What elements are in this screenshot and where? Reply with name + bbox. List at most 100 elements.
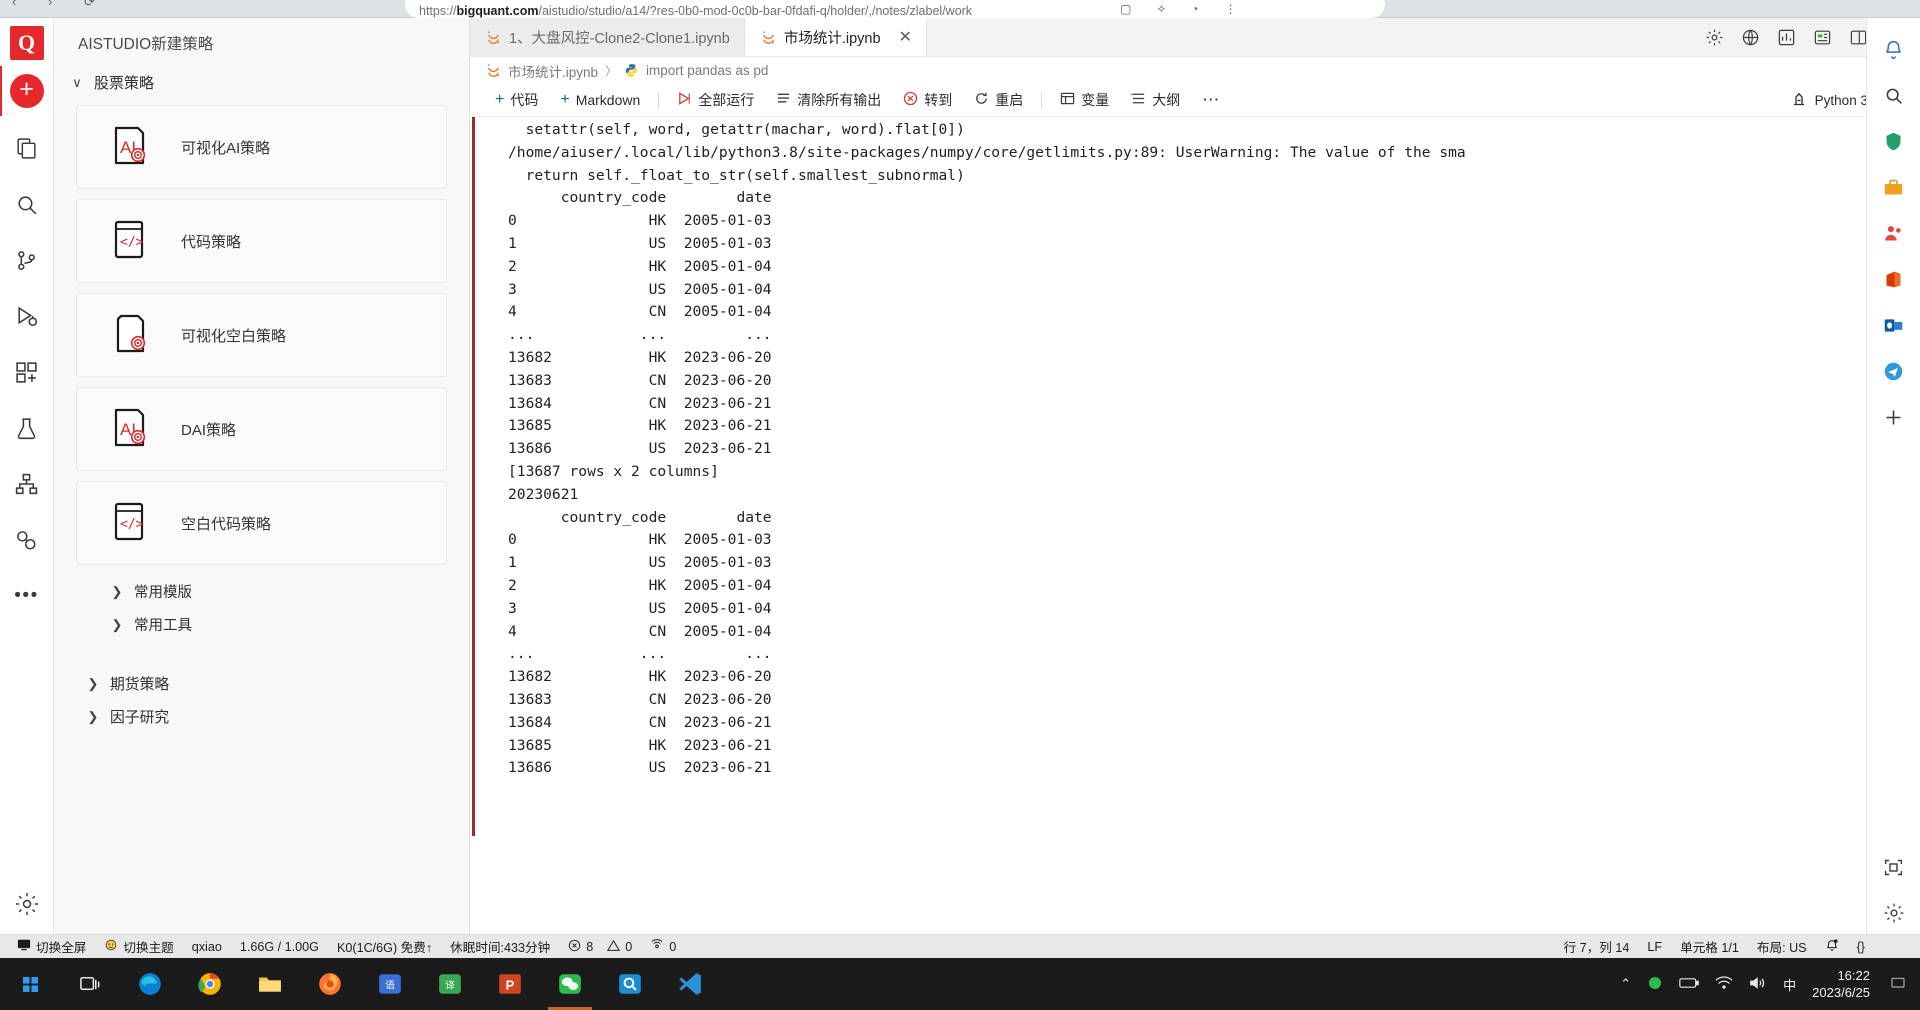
tray-wifi-icon[interactable] <box>1715 975 1733 993</box>
settings-gear-icon[interactable] <box>1871 890 1917 936</box>
status-toggle-fullscreen[interactable]: 切换全屏 <box>8 935 95 959</box>
sidebar-item-templates[interactable]: ❯ 常用模版 <box>100 575 469 608</box>
run-debug-icon[interactable] <box>4 288 50 344</box>
tray-battery-icon[interactable] <box>1679 976 1699 993</box>
sidebar-group-factor[interactable]: ❯ 因子研究 <box>80 700 469 733</box>
close-icon[interactable]: ✕ <box>899 29 912 46</box>
toolbar-more-button[interactable]: ⋯ <box>1191 87 1231 113</box>
status-memory[interactable]: 1.66G / 1.00G <box>231 935 328 959</box>
run-all-button[interactable]: 全部运行 <box>666 87 765 113</box>
tray-expand-icon[interactable]: ⌃ <box>1620 976 1631 992</box>
sidebar-item-tools[interactable]: ❯ 常用工具 <box>100 608 469 641</box>
clear-outputs-button[interactable]: 清除所有输出 <box>765 87 892 113</box>
ime-indicator[interactable]: 中 <box>1783 975 1796 994</box>
wechat-button[interactable] <box>540 958 600 1010</box>
status-cell-count[interactable]: 单元格 1/1 <box>1671 935 1748 959</box>
start-button[interactable] <box>0 958 60 1010</box>
status-keyboard-layout[interactable]: 布局: US <box>1748 935 1816 959</box>
outlook-icon[interactable] <box>1871 302 1917 348</box>
extensions-icon[interactable]: ⟡ <box>1157 1 1165 16</box>
strategy-card-code[interactable]: </> 代码策略 <box>76 199 447 283</box>
output-line: 0 HK 2005-01-03 <box>508 531 772 549</box>
strategy-card-dai[interactable]: AI DAI策略 <box>76 387 447 471</box>
bookmark-icon[interactable]: ▢ <box>1120 2 1131 16</box>
sidebar-group-futures[interactable]: ❯ 期货策略 <box>80 667 469 700</box>
testing-icon[interactable] <box>4 400 50 456</box>
status-cursor-position[interactable]: 行 7，列 14 <box>1555 935 1639 959</box>
breadcrumb-file[interactable]: 市场统计.ipynb <box>508 61 598 81</box>
task-view-button[interactable] <box>60 958 120 1010</box>
firefox-button[interactable] <box>300 958 360 1010</box>
status-user[interactable]: qxiao <box>183 935 231 959</box>
shield-icon[interactable] <box>1871 118 1917 164</box>
strategy-card-blank-code[interactable]: </> 空白代码策略 <box>76 481 447 565</box>
chevron-right-icon: ❯ <box>111 616 123 632</box>
chart-icon[interactable] <box>1777 28 1796 47</box>
add-icon[interactable] <box>1871 394 1917 440</box>
sidebar-group-stock[interactable]: ∨ 股票策略 <box>54 66 469 99</box>
status-braces[interactable]: {} <box>1848 935 1874 959</box>
output-line: 13682 HK 2023-06-20 <box>508 348 772 366</box>
outline-icon <box>1131 91 1146 109</box>
breadcrumb-symbol[interactable]: import pandas as pd <box>646 63 768 78</box>
status-notifications[interactable] <box>1816 935 1848 959</box>
profile-icon[interactable]: ◔ <box>1191 2 1198 16</box>
telegram-icon[interactable] <box>1871 348 1917 394</box>
tray-app-icon[interactable] <box>1647 975 1663 994</box>
edge-button[interactable] <box>120 958 180 1010</box>
search-app-button[interactable] <box>600 958 660 1010</box>
status-problems[interactable]: 8 0 <box>559 935 641 959</box>
restart-button[interactable]: 重启 <box>963 87 1034 113</box>
system-icon-rail <box>1866 18 1920 958</box>
status-resource[interactable]: K0(1C/6G) 免费↑ <box>328 935 441 959</box>
powerpoint-button[interactable]: P <box>480 958 540 1010</box>
show-desktop-icon[interactable] <box>1890 975 1906 994</box>
ai-doc-icon: AI <box>107 404 153 454</box>
notification-bell-icon[interactable] <box>1871 26 1917 72</box>
chrome-menu-icon[interactable]: ⋮ <box>1225 2 1237 16</box>
search-icon[interactable] <box>1871 72 1917 118</box>
strategy-card-visual-blank[interactable]: 可视化空白策略 <box>76 293 447 377</box>
screenshot-icon[interactable] <box>1871 844 1917 890</box>
search-icon[interactable] <box>4 176 50 232</box>
variables-button[interactable]: 变量 <box>1049 87 1120 113</box>
reload-icon[interactable]: ⟳ <box>84 0 95 10</box>
vscode-button[interactable] <box>660 958 720 1010</box>
app2-button[interactable]: 译 <box>420 958 480 1010</box>
outline-button[interactable]: 大纲 <box>1120 87 1191 113</box>
source-control-icon[interactable] <box>4 232 50 288</box>
structure-icon[interactable] <box>4 456 50 512</box>
add-markdown-cell-button[interactable]: + Markdown <box>549 87 651 113</box>
explorer-button[interactable] <box>240 958 300 1010</box>
status-idle-time[interactable]: 休眠时间:433分钟 <box>441 935 559 959</box>
preview-icon[interactable] <box>1813 28 1832 47</box>
tray-volume-icon[interactable] <box>1749 976 1767 993</box>
clock[interactable]: 16:22 2023/6/25 <box>1812 967 1874 1001</box>
editor-tab-risk-control[interactable]: 1、大盘风控-Clone2-Clone1.ipynb <box>470 18 745 56</box>
office-icon[interactable] <box>1871 256 1917 302</box>
back-icon[interactable]: ‹ <box>12 0 16 9</box>
status-ports[interactable]: 0 <box>641 935 685 959</box>
status-label: 布局: US <box>1756 941 1807 955</box>
goto-button[interactable]: 转到 <box>892 87 963 113</box>
more-icon[interactable]: ••• <box>4 568 50 624</box>
forward-icon[interactable]: › <box>48 0 52 9</box>
files-icon[interactable] <box>4 120 50 176</box>
gear-icon[interactable] <box>1705 28 1724 47</box>
share-icon[interactable] <box>1741 28 1760 47</box>
chrome-button[interactable] <box>180 958 240 1010</box>
add-new-button[interactable]: + <box>9 74 44 108</box>
editor-tab-market-stats[interactable]: 市场统计.ipynb ✕ <box>744 18 927 56</box>
strategy-card-visual-ai[interactable]: AI 可视化AI策略 <box>76 105 447 189</box>
status-eol[interactable]: LF <box>1638 935 1671 959</box>
app-logo[interactable]: Q <box>9 26 44 60</box>
app1-button[interactable]: 语 <box>360 958 420 1010</box>
people-icon[interactable] <box>1871 210 1917 256</box>
extensions-icon[interactable] <box>4 344 50 400</box>
layers-icon[interactable] <box>4 512 50 568</box>
gear-icon[interactable] <box>4 876 50 932</box>
toolbox-icon[interactable] <box>1871 164 1917 210</box>
status-toggle-theme[interactable]: 切换主题 <box>95 935 182 959</box>
notebook-cell[interactable]: setattr(self, word, getattr(machar, word… <box>470 117 1920 836</box>
add-code-cell-button[interactable]: + 代码 <box>484 87 549 113</box>
